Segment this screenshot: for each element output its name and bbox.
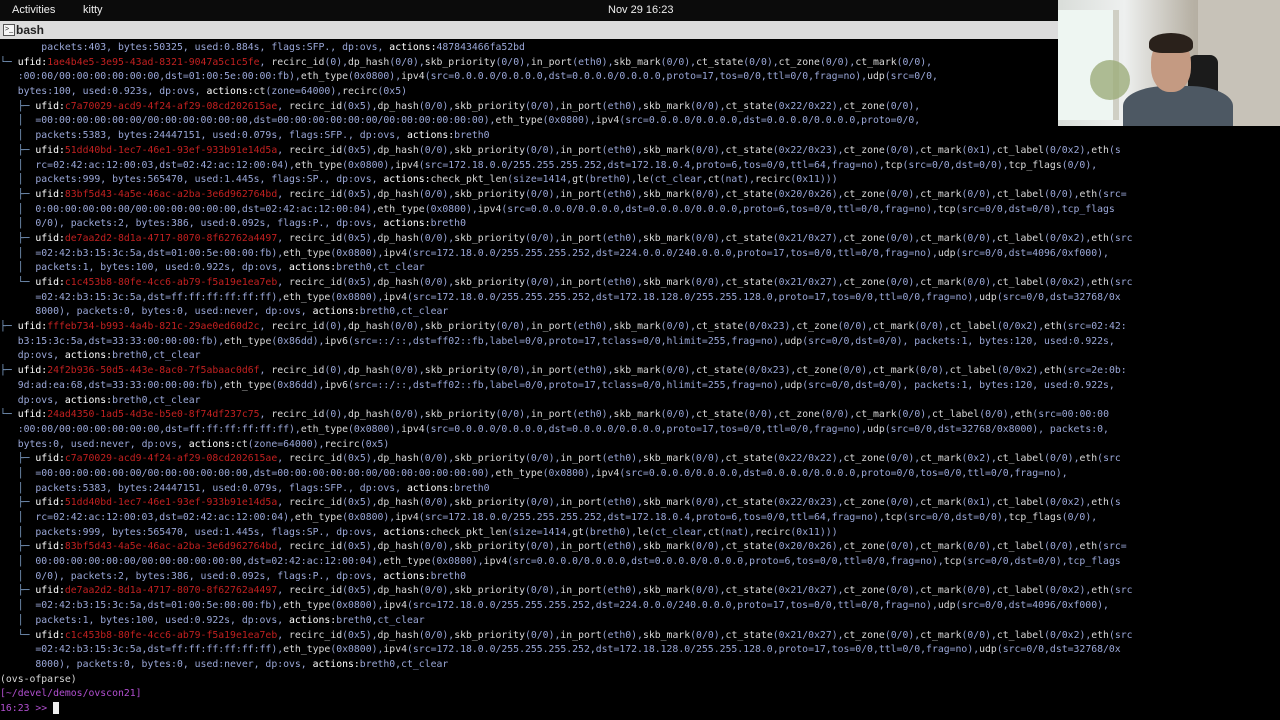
webcam-person-hair — [1149, 33, 1193, 53]
terminal-line: :00:00/00:00:00:00:00:00,dst=ff:ff:ff:ff… — [17, 423, 1109, 435]
terminal-line: =02:42:b3:15:3c:5a,dst=ff:ff:ff:ff:ff:ff… — [35, 644, 1121, 656]
prompt-arrow: >> — [35, 702, 48, 714]
terminal-line: ├─ ufid:de7aa2d2-8d1a-4717-8070-8f62762a… — [0, 232, 1133, 244]
terminal-icon: >_ — [3, 24, 15, 36]
activities-button[interactable]: Activities — [12, 4, 55, 16]
terminal-line: │ packets:1, bytes:100, used:0.922s, dp:… — [0, 614, 425, 626]
terminal-output[interactable]: packets:403, bytes:50325, used:0.884s, f… — [0, 41, 1280, 720]
terminal-line: ├─ ufid:de7aa2d2-8d1a-4717-8070-8f62762a… — [0, 585, 1133, 597]
terminal-line: ├─ ufid:fffeb734-b993-4a4b-821c-29ae0ed6… — [0, 321, 1127, 333]
terminal-line: │ =02:42:b3:15:3c:5a,dst=01:00:5e:00:00:… — [0, 247, 1109, 259]
webcam-overlay — [1058, 0, 1280, 126]
terminal-line: ├─ ufid:24f2b936-50d5-443e-8ac0-7f5abaac… — [0, 365, 1127, 377]
prompt-time: 16:23 — [0, 702, 30, 714]
terminal-line: │ packets:1, bytes:100, used:0.922s, dp:… — [0, 262, 425, 274]
terminal-line: └─ ufid:24ad4350-1ad5-4d3e-b5e0-8f74df23… — [0, 409, 1109, 421]
terminal-line: ├─ ufid:83bf5d43-4a5e-46ac-a2ba-3e6d9627… — [0, 188, 1127, 200]
shell-prompt[interactable]: 16:23 >> — [0, 701, 1280, 717]
terminal-line: │ rc=02:42:ac:12:00:03,dst=02:42:ac:12:0… — [0, 512, 1098, 523]
virtualenv-indicator: (ovs-ofparse) — [0, 673, 77, 685]
terminal-line: │ 0:00:00:00:00:00/00:00:00:00:00:00,dst… — [0, 203, 1115, 215]
terminal-line: bytes:0, used:never, dp:ovs, actions:ct(… — [17, 438, 390, 450]
terminal-line: 8000), packets:0, bytes:0, used:never, d… — [35, 658, 449, 670]
terminal-line: │ packets:999, bytes:565470, used:1.445s… — [0, 526, 838, 538]
text-cursor — [53, 701, 60, 714]
terminal-line: │ packets:999, bytes:565470, used:1.445s… — [0, 174, 838, 186]
terminal-line: │ 0/0), packets:2, bytes:386, used:0.092… — [0, 218, 466, 230]
terminal-line: │ 0/0), packets:2, bytes:386, used:0.092… — [0, 570, 466, 582]
terminal-titlebar: >_ bash — [0, 21, 1058, 39]
terminal-line: └─ ufid:c1c453b8-80fe-4cc6-ab79-f5a19e1e… — [0, 629, 1133, 641]
app-menu[interactable]: kitty — [83, 4, 103, 16]
terminal-line: │ packets:5383, bytes:24447151, used:0.0… — [0, 482, 490, 494]
terminal-line: ├─ ufid:51dd40bd-1ec7-46e1-93ef-933b91e1… — [0, 497, 1121, 509]
terminal-line: 9d:ad:ea:68,dst=33:33:00:00:00:fb),eth_t… — [17, 379, 1115, 391]
webcam-person-body — [1123, 86, 1233, 126]
terminal-line: ├─ ufid:51dd40bd-1ec7-46e1-93ef-933b91e1… — [0, 144, 1121, 156]
terminal-line: =02:42:b3:15:3c:5a,dst=ff:ff:ff:ff:ff:ff… — [35, 291, 1121, 303]
cwd-indicator: [~/devel/demos/ovscon21] — [0, 688, 142, 700]
terminal-line: │ =00:00:00:00:00:00/00:00:00:00:00:00,d… — [0, 467, 1068, 479]
terminal-line: dp:ovs, actions:breth0,ct_clear — [17, 350, 201, 362]
terminal-line: │ rc=02:42:ac:12:00:03,dst=02:42:ac:12:0… — [0, 159, 1098, 171]
terminal-line: 8000), packets:0, bytes:0, used:never, d… — [35, 306, 449, 318]
window-title: bash — [16, 23, 45, 37]
terminal-line: b3:15:3c:5a,dst=33:33:00:00:00:fb),eth_t… — [17, 335, 1115, 347]
terminal-line: └─ ufid:c1c453b8-80fe-4cc6-ab79-f5a19e1e… — [0, 277, 1133, 288]
terminal-line: dp:ovs, actions:breth0,ct_clear — [17, 394, 201, 406]
clock[interactable]: Nov 29 16:23 — [608, 4, 673, 16]
terminal-line: │ =02:42:b3:15:3c:5a,dst=01:00:5e:00:00:… — [0, 600, 1109, 612]
terminal-line: │ packets:5383, bytes:24447151, used:0.0… — [0, 130, 490, 142]
terminal-line: │ 00:00:00:00:00:00/00:00:00:00:00:00,ds… — [0, 556, 1121, 568]
terminal-line: ├─ ufid:83bf5d43-4a5e-46ac-a2ba-3e6d9627… — [0, 541, 1127, 553]
terminal-line: ├─ ufid:c7a70029-acd9-4f24-af29-08cd2026… — [0, 453, 1121, 465]
webcam-plant — [1090, 60, 1130, 100]
